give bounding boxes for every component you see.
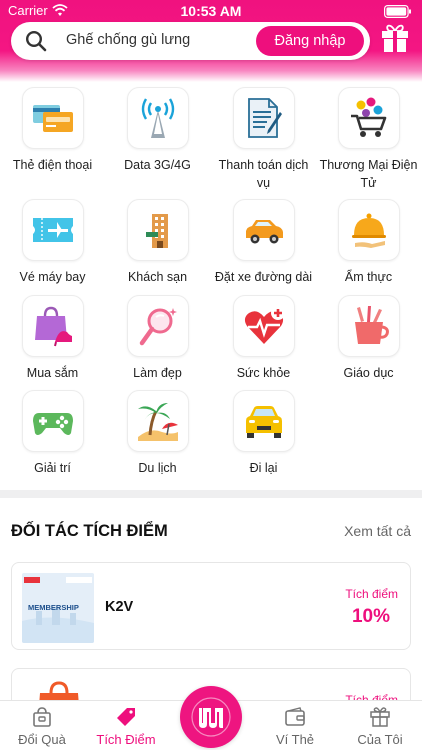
tab-doi-qua[interactable]: Đổi Quà [0,701,84,750]
category-label: Ẩm thực [344,270,393,284]
health-heart-icon [244,306,285,344]
tab-cua-toi[interactable]: Của Tôi [338,701,422,750]
tag-icon [117,708,135,726]
signal-tower-icon [141,98,175,138]
category-food[interactable]: Ẩm thực [316,199,421,299]
category-tile [22,199,84,261]
points-value: 10% [351,606,390,627]
tab-label: Đổi Quà [18,732,66,747]
category-label: Làm đẹp [133,366,182,380]
phone-card-icon [33,105,73,132]
beauty-mirror-icon [139,308,177,346]
category-label: Vé máy bay [19,270,86,284]
category-label: Thẻ điện thoại [12,158,93,172]
partner-logo-text: MEMBERSHIP [28,603,79,612]
category-tile [233,390,295,452]
category-tile [233,87,295,149]
category-label: Mua sắm [26,366,79,380]
category-label: Đi lại [249,461,278,475]
partner-card[interactable]: MEMBERSHIP K2V Tích điểm 10% [11,562,411,650]
bill-document-icon [248,98,282,138]
category-tile [22,87,84,149]
category-tile [127,295,189,357]
center-app-button[interactable] [180,686,242,748]
category-long-distance-car[interactable]: Đặt xe đường dài [211,199,316,299]
category-beauty[interactable]: Làm đẹp [105,295,210,395]
tab-vi-the[interactable]: Ví Thẻ [253,701,337,750]
education-cup-icon [355,306,389,344]
category-ecommerce[interactable]: Thương Mại Điện Tử [316,87,421,190]
category-label: Data 3G/4G [124,158,191,172]
category-label: Giải trí [34,461,71,475]
category-label: Thanh toán dịch vụ [218,158,309,190]
tab-label: Của Tôi [357,732,403,747]
gamepad-icon [33,413,73,435]
app-screen: Carrier 10:53 AM Ghế chống gù lưng Đăng … [0,0,422,750]
category-label: Khách sạn [127,270,188,284]
category-tile [338,199,400,261]
category-education[interactable]: Giáo dục [316,295,421,395]
category-tile [127,390,189,452]
category-label: Du lịch [138,461,177,475]
category-label: Giáo dục [343,366,394,380]
category-tile [127,87,189,149]
category-tile [22,295,84,357]
points-label: Tích điểm [345,587,398,601]
car-icon [246,220,283,244]
category-tile [233,295,295,357]
category-tile [127,199,189,261]
gift-bag-icon [33,707,51,727]
category-bill-payment[interactable]: Thanh toán dịch vụ [211,87,316,190]
see-all-link[interactable]: Xem tất cả [344,523,411,539]
tab-label: Ví Thẻ [275,732,315,747]
partner-name: K2V [105,599,134,615]
category-entertainment[interactable]: Giải trí [0,390,105,490]
category-tile [338,87,400,149]
tab-tich-diem[interactable]: Tích Điểm [84,701,168,750]
shopping-bag-icon [35,306,72,347]
category-label: Thương Mại Điện Tử [319,158,418,190]
category-hotel[interactable]: Khách sạn [105,199,210,299]
shopping-cart-icon [351,97,387,137]
taxi-icon [246,406,282,438]
category-flight[interactable]: Vé máy bay [0,199,105,299]
category-tile [233,199,295,261]
gift-box-icon [370,707,390,727]
category-data-3g4g[interactable]: Data 3G/4G [105,87,210,187]
app-logo-icon [191,697,231,737]
food-cloche-icon [352,213,386,248]
category-tile [22,390,84,452]
category-tile [338,295,400,357]
category-health[interactable]: Sức khỏe [211,295,316,395]
section-divider [0,490,422,498]
category-transport[interactable]: Đi lại [211,390,316,490]
tab-label-active: Tích Điểm [96,732,156,747]
category-phone-card[interactable]: Thẻ điện thoại [0,87,105,187]
beach-icon [138,403,178,441]
partner-logo: MEMBERSHIP [22,573,94,643]
category-grid: Thẻ điện thoại Data 3G/4G Thanh toán dịc… [0,0,422,490]
flight-ticket-icon [33,218,73,242]
hotel-icon [146,214,168,248]
section-title: ĐỐI TÁC TÍCH ĐIỂM [11,522,168,540]
category-shopping[interactable]: Mua sắm [0,295,105,395]
category-label: Đặt xe đường dài [214,270,313,284]
wallet-icon [285,707,305,726]
category-travel[interactable]: Du lịch [105,390,210,490]
category-label: Sức khỏe [236,366,291,380]
